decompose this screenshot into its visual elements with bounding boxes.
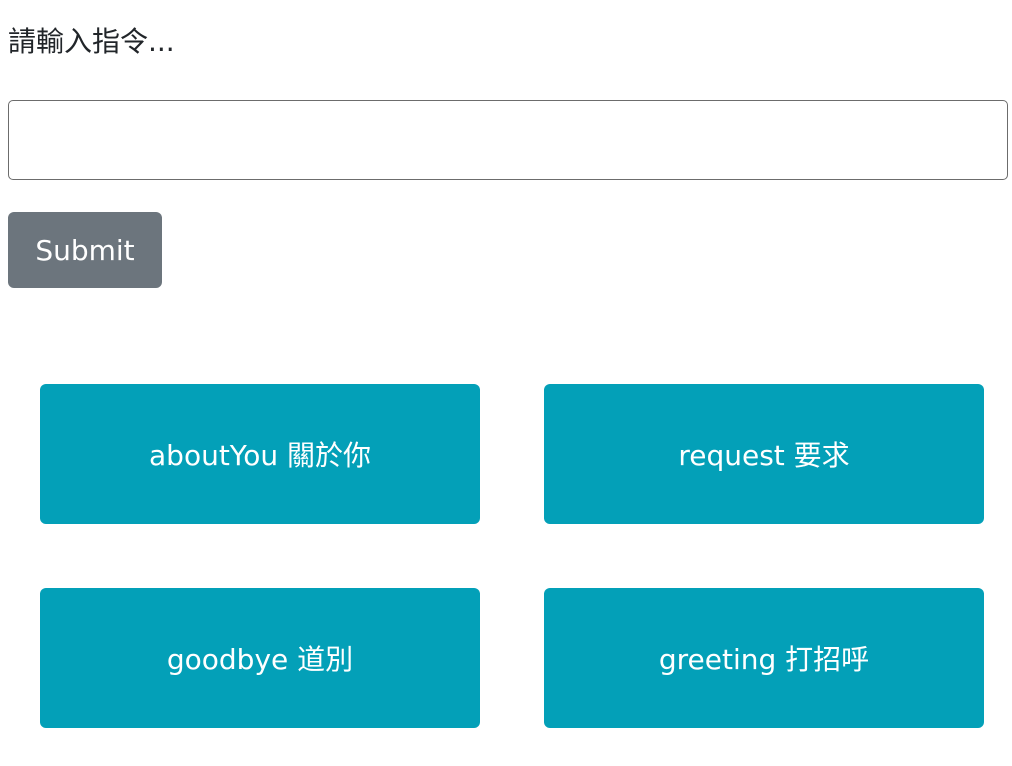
request-button[interactable]: request 要求 bbox=[544, 384, 984, 524]
submit-button[interactable]: Submit bbox=[8, 212, 162, 288]
goodbye-button[interactable]: goodbye 道別 bbox=[40, 588, 480, 728]
command-input[interactable] bbox=[8, 100, 1008, 180]
greeting-button[interactable]: greeting 打招呼 bbox=[544, 588, 984, 728]
command-prompt-label: 請輸入指令... bbox=[8, 25, 175, 58]
about-you-button[interactable]: aboutYou 關於你 bbox=[40, 384, 480, 524]
